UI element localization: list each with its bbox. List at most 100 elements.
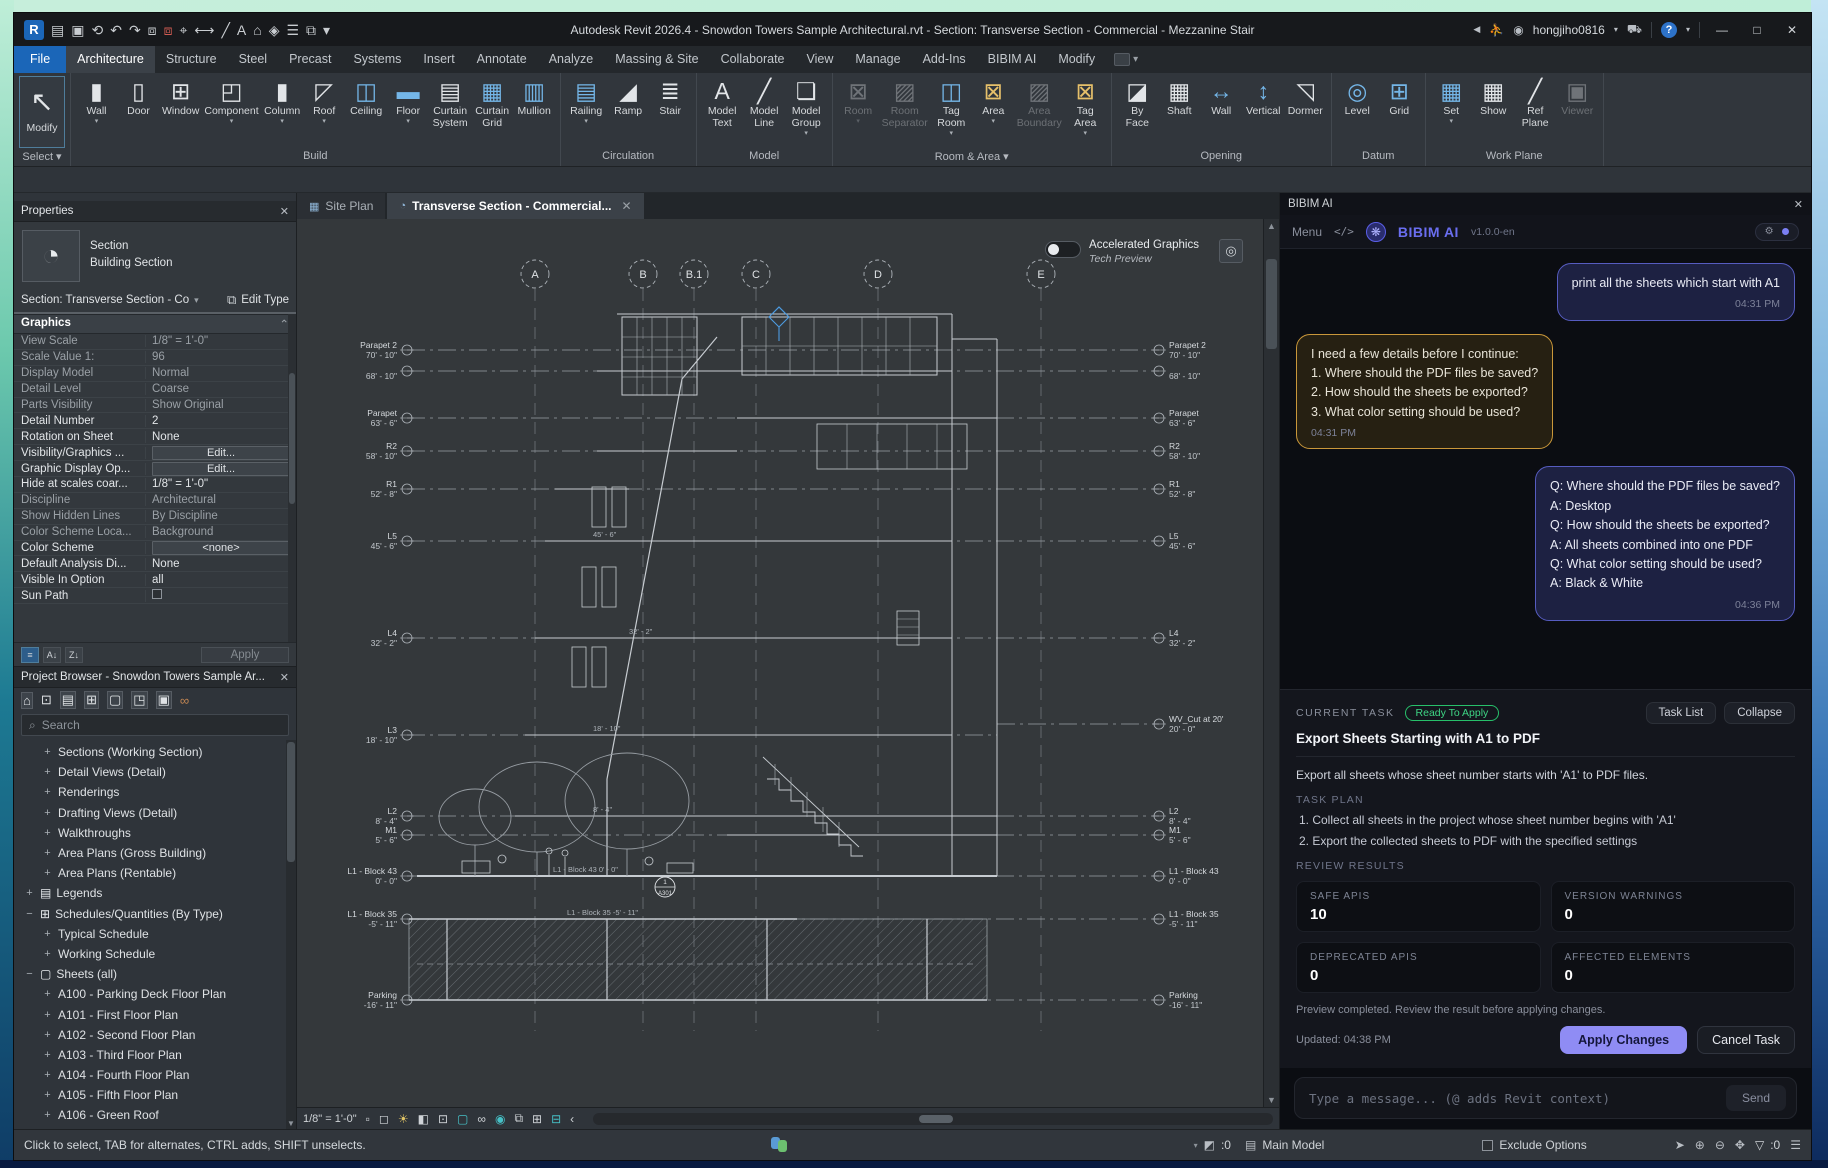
expander-icon[interactable]: + [42,847,53,859]
panel-label[interactable]: Select ▾ [14,149,70,166]
column-button[interactable]: ▮Column▾ [262,76,303,126]
crop-view-icon[interactable]: ⊡ [438,1112,448,1126]
ribbon-tab-massing-site[interactable]: Massing & Site [604,46,709,73]
by-face-button[interactable]: ◪ByFace [1117,76,1158,130]
expander-icon[interactable]: + [42,786,53,798]
area-boundary-button[interactable]: ▨AreaBoundary [1015,76,1064,130]
help-dropdown-icon[interactable]: ▾ [1686,25,1690,34]
panel-label[interactable]: Room & Area ▾ [833,149,1111,166]
project-browser-close-icon[interactable]: ✕ [280,671,289,684]
worksets-icon[interactable] [771,1137,789,1153]
property-value[interactable]: Background [146,526,296,538]
property-value[interactable]: 96 [146,351,296,363]
property-value[interactable]: Edit... [146,446,296,460]
expander-icon[interactable]: + [42,746,53,758]
bibim-close-icon[interactable]: ✕ [1794,198,1803,211]
ribbon-tab-add-ins[interactable]: Add-Ins [912,46,977,73]
bibim-code-icon[interactable]: </> [1334,225,1354,238]
sheets-icon[interactable]: ▢ [107,691,123,709]
expander-icon[interactable]: + [42,988,53,1000]
canvas-horizontal-scrollbar[interactable] [593,1113,1273,1125]
chevron-down-icon[interactable]: ▾ [194,295,199,306]
property-value[interactable]: 1/8" = 1'-0" [146,335,296,347]
ribbon-tab-file[interactable]: File [14,46,66,73]
expander-icon[interactable]: + [42,928,53,940]
tree-item[interactable]: +Detail Views (Detail) [14,762,296,782]
property-value[interactable]: Show Original [146,399,296,411]
tree-item[interactable]: +A101 - First Floor Plan [14,1004,296,1024]
drawing-canvas[interactable]: ABB.1CDE Parapet 270' - 10"Parapet 270' … [297,219,1263,1107]
reveal-hidden-icon[interactable]: ◉ [495,1112,505,1126]
legend-list-icon[interactable]: ▤ [60,691,76,709]
sort-default-icon[interactable]: ≡ [21,647,39,663]
user-dropdown-icon[interactable]: ▾ [1614,25,1618,34]
tree-item[interactable]: +Working Schedule [14,944,296,964]
property-value[interactable]: 1/8" = 1'-0" [146,478,296,490]
ramp-button[interactable]: ◢Ramp [608,76,649,118]
ribbon-tab-manage[interactable]: Manage [844,46,911,73]
railing-button[interactable]: ▤Railing▾ [566,76,607,126]
tree-item[interactable]: +▤Legends [14,883,296,903]
schedule-table-icon[interactable]: ⊞ [84,691,99,709]
exclude-options-checkbox[interactable]: Exclude Options [1482,1138,1586,1152]
property-value[interactable]: Architectural [146,494,296,506]
viewer-button[interactable]: ▣Viewer [1557,76,1598,118]
edit-button[interactable]: Edit... [152,462,290,476]
level-button[interactable]: ◎Level [1337,76,1378,118]
room-separator-button[interactable]: ▨RoomSeparator [880,76,930,130]
floor-button[interactable]: ▬Floor▾ [388,76,429,126]
expander-icon[interactable]: + [42,1069,53,1081]
expand-view-icon[interactable]: ⊡ [41,692,52,708]
redo-icon[interactable]: ↷ [129,22,141,38]
editable-worksets[interactable]: ▾ ◩ :0 [1194,1138,1231,1152]
model-text-button[interactable]: AModelText [702,76,743,130]
ribbon-tab-collaborate[interactable]: Collaborate [710,46,796,73]
shaft-button[interactable]: ▦Shaft [1159,76,1200,118]
edit-type-button[interactable]: Edit Type [241,294,289,306]
property-value[interactable]: 2 [146,415,296,427]
select-pinned-icon[interactable]: ⊖ [1715,1138,1725,1152]
filter-control[interactable]: ▽ :0 [1755,1138,1780,1152]
thin-lines-icon[interactable]: ☰ [286,22,299,38]
collapse-button[interactable]: Collapse [1724,702,1795,724]
ribbon-tab-systems[interactable]: Systems [342,46,412,73]
bibim-menu-button[interactable]: Menu [1292,225,1322,239]
maximize-button[interactable]: □ [1744,23,1770,37]
expander-icon[interactable]: + [42,1109,53,1121]
ribbon-tab-bibim-ai[interactable]: BIBIM AI [977,46,1048,73]
default-3d-view-icon[interactable]: ⌂ [253,22,261,38]
sort-za-icon[interactable]: Z↓ [65,647,83,663]
mullion-button[interactable]: ▥Mullion [514,76,555,118]
expander-icon[interactable]: + [24,887,35,899]
tree-item[interactable]: +A100 - Parking Deck Floor Plan [14,984,296,1004]
tag-room-button[interactable]: ◫TagRoom▾ [931,76,972,137]
area-button[interactable]: ⊠Area▾ [973,76,1014,126]
user-icon[interactable]: ◉ [1513,23,1523,37]
property-value[interactable]: Normal [146,367,296,379]
set-button[interactable]: ▦Set▾ [1431,76,1472,126]
property-value[interactable]: By Discipline [146,510,296,522]
room-button[interactable]: ⊠Room▾ [838,76,879,126]
tree-item[interactable]: +Walkthroughs [14,823,296,843]
tag-area-button[interactable]: ⊠TagArea▾ [1065,76,1106,137]
tree-item[interactable]: +Sections (Working Section) [14,742,296,762]
expander-icon[interactable]: + [42,766,53,778]
apply-button[interactable]: Apply [201,647,289,663]
view-scale-label[interactable]: 1/8" = 1'-0" [303,1113,357,1125]
property-value[interactable]: Coarse [146,383,296,395]
chat-input[interactable]: Type a message... (@ adds Revit context)… [1294,1077,1797,1119]
crop-region-icon[interactable]: ▢ [457,1112,468,1126]
sort-az-icon[interactable]: A↓ [43,647,61,663]
close-tab-icon[interactable]: ✕ [622,199,632,213]
component-button[interactable]: ◰Component▾ [202,76,260,126]
tree-item[interactable]: +Drafting Views (Detail) [14,803,296,823]
ribbon-tab-annotate[interactable]: Annotate [466,46,538,73]
property-value[interactable]: all [146,574,296,586]
sun-path-checkbox[interactable] [152,589,162,599]
view-tab-transverse-section-commercial-[interactable]: ◔Transverse Section - Commercial...✕ [387,193,643,219]
tree-item[interactable]: +Typical Schedule [14,924,296,944]
group-header[interactable]: Graphics [21,317,71,331]
ribbon-tab-precast[interactable]: Precast [278,46,342,73]
ceiling-button[interactable]: ◫Ceiling [346,76,387,118]
expander-icon[interactable]: + [42,807,53,819]
